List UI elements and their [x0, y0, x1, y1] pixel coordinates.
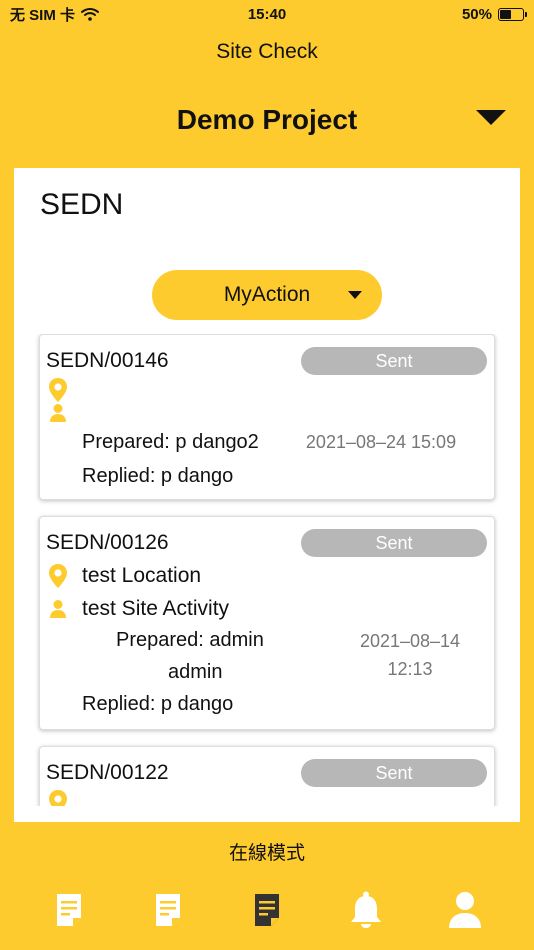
tab-document-list[interactable] — [143, 885, 193, 935]
filter-dropdown[interactable]: MyAction — [152, 270, 382, 320]
activity-text: test Site Activity — [82, 597, 230, 620]
location-pin-icon — [49, 378, 67, 402]
location-pin-icon — [49, 790, 67, 806]
record-date: 2021–08–14 — [359, 631, 461, 651]
location-row: test Location — [46, 563, 201, 589]
status-badge: Sent — [301, 529, 487, 557]
record-card[interactable]: SEDN/00146 Sent Prepared: p dango2 2021–… — [39, 334, 495, 500]
dropdown-arrow-icon[interactable] — [476, 110, 506, 126]
user-icon — [448, 892, 481, 928]
prepared-by-continued: admin — [168, 661, 223, 683]
replied-by: Replied: p dango — [82, 693, 234, 715]
record-date: 2021–08–24 15:09 — [305, 432, 457, 452]
replied-by: Replied: p dango — [82, 465, 234, 487]
app-title: Site Check — [216, 40, 318, 63]
project-selector[interactable]: Demo Project — [0, 98, 534, 142]
activity-row — [46, 403, 82, 423]
tab-notifications[interactable] — [341, 885, 391, 935]
battery-icon — [498, 7, 527, 21]
bell-icon — [350, 891, 381, 928]
prepared-by: Prepared: admin — [116, 629, 264, 651]
person-icon — [50, 600, 66, 618]
record-id: SEDN/00122 — [46, 761, 169, 784]
tab-profile[interactable] — [440, 885, 490, 935]
online-mode-label: 在線模式 — [228, 843, 305, 864]
location-row — [46, 789, 82, 806]
chevron-down-icon — [348, 291, 362, 299]
person-icon — [50, 404, 66, 422]
project-name: Demo Project — [176, 104, 358, 135]
record-id: SEDN/00126 — [46, 531, 169, 554]
activity-row: test Site Activity — [46, 597, 229, 621]
record-id: SEDN/00146 — [46, 349, 169, 372]
tab-bar — [0, 880, 534, 940]
record-card[interactable]: SEDN/00126 Sent test Location test Site … — [39, 516, 495, 730]
document-icon — [57, 894, 82, 926]
status-time: 15:40 — [247, 5, 287, 23]
location-text: test Location — [82, 564, 202, 587]
document-list-icon — [156, 894, 181, 926]
document-dark-icon — [254, 894, 279, 926]
location-row — [46, 377, 82, 403]
prepared-by: Prepared: p dango2 — [82, 431, 259, 453]
record-list[interactable]: SEDN/00146 Sent Prepared: p dango2 2021–… — [14, 334, 520, 806]
tab-document[interactable] — [44, 885, 94, 935]
tab-sedn[interactable] — [242, 885, 292, 935]
battery-fill — [500, 9, 511, 19]
panel-title: SEDN — [40, 188, 124, 221]
status-badge: Sent — [301, 759, 487, 787]
record-time: 12:13 — [387, 659, 433, 679]
record-card[interactable]: SEDN/00122 Sent — [39, 746, 495, 806]
main-panel: SEDN MyAction SEDN/00146 Sent Prepared: … — [14, 168, 520, 822]
status-badge: Sent — [301, 347, 487, 375]
filter-label: MyAction — [223, 283, 311, 306]
location-pin-icon — [49, 564, 67, 588]
status-bar: 无 SIM 卡 15:40 50% — [0, 0, 534, 28]
